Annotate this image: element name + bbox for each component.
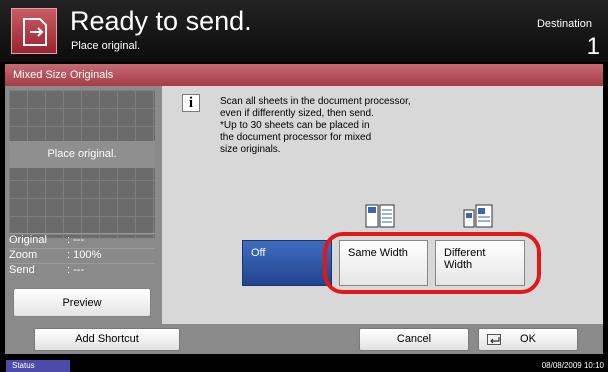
status-tab[interactable]: Status [6,360,70,372]
destination-count[interactable]: 1 [587,33,600,61]
info-icon: i [182,94,200,112]
instruction-message: Scan all sheets in the document processo… [220,96,460,156]
ok-button[interactable]: OK [478,328,578,351]
info-row-zoom: Zoom : 100% [9,248,155,263]
footer-bar: Add Shortcut Cancel OK [5,324,603,354]
status-bar: Status 08/08/2009 10:10 [0,359,608,372]
info-label: Original [9,234,47,246]
same-width-icon [365,204,395,228]
off-option-button[interactable]: Off [242,240,332,286]
add-shortcut-button[interactable]: Add Shortcut [34,328,180,351]
enter-key-icon [487,334,501,345]
info-value: : 100% [67,249,102,261]
main-panel: Mixed Size Originals Place original. Ori… [5,64,603,354]
page-subtitle: Place original. [71,40,141,52]
preview-panel: Place original. Original : --- Zoom : 10… [5,86,162,324]
preview-button[interactable]: Preview [13,288,151,317]
different-width-icon [463,204,493,228]
send-arrow-icon [11,8,57,54]
info-label: Send [9,264,35,276]
info-value: : --- [67,234,85,246]
message-line: size originals. [220,144,281,155]
message-line: even if differently sized, then send. [220,108,374,119]
status-datetime: 08/08/2009 10:10 [541,361,604,370]
info-row-send: Send : --- [9,263,155,278]
message-line: *Up to 30 sheets can be placed in [220,120,370,131]
content-area: i Scan all sheets in the document proces… [162,86,603,324]
page-title: Ready to send. [70,6,252,36]
info-row-original: Original : --- [9,233,155,248]
info-label: Zoom [9,249,38,261]
cancel-button[interactable]: Cancel [359,328,469,351]
preview-placeholder: Place original. [9,141,155,168]
ok-label: OK [520,333,536,345]
message-line: the document processor for mixed [220,132,372,143]
dialog-title: Mixed Size Originals [5,64,603,86]
info-value: : --- [67,264,85,276]
original-info: Original : --- Zoom : 100% Send : --- [9,233,155,278]
destination-label: Destination [536,18,592,30]
highlight-outline [323,232,541,294]
header-bar: Ready to send. Place original. Destinati… [0,0,608,62]
message-line: Scan all sheets in the document processo… [220,96,411,107]
